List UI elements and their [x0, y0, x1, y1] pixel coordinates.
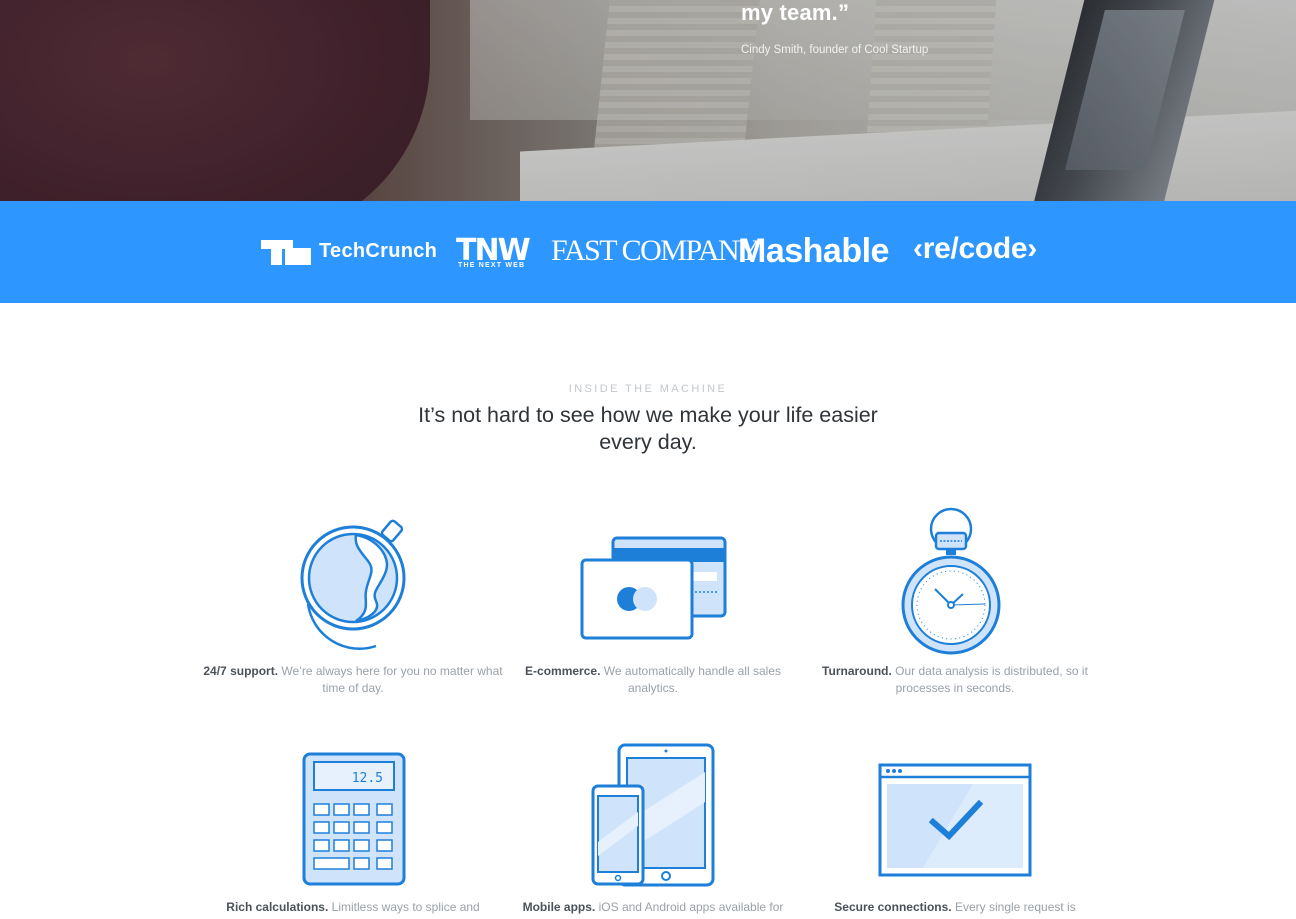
fast-company-logo: FAST COMPANY [551, 234, 760, 267]
feature-description: Limitless ways to splice and [331, 900, 480, 914]
calculator-display: 12.5 [352, 771, 383, 786]
techcrunch-logo-icon [261, 240, 311, 265]
feature-calculations: Rich calculations. Limitless ways to spl… [203, 899, 503, 916]
recode-logo: ‹re/code› [913, 232, 1037, 265]
calculator-icon: 12.5 [302, 752, 406, 886]
feature-turnaround: Turnaround. Our data analysis is distrib… [805, 663, 1105, 697]
testimonial-quote: my team.” [741, 0, 850, 25]
devices-icon [591, 743, 715, 887]
feature-title: Mobile apps. [522, 900, 596, 914]
section-headline: It’s not hard to see how we make your li… [418, 403, 878, 454]
section-kicker: INSIDE THE MACHINE [568, 383, 728, 395]
globe-icon [300, 519, 406, 650]
secure-window-icon [878, 763, 1032, 877]
feature-secure-connections: Secure connections. Every single request… [805, 899, 1105, 916]
feature-ecommerce: E-commerce. We automatically handle all … [503, 663, 803, 697]
mashable-logo: Mashable [738, 232, 889, 270]
techcrunch-logo: TechCrunch [319, 240, 438, 262]
feature-description: iOS and Android apps available for [598, 900, 784, 914]
feature-description: Every single request is [954, 900, 1076, 914]
stopwatch-icon [901, 507, 1001, 655]
feature-description: We automatically handle all sales analyt… [603, 664, 781, 695]
feature-title: Turnaround. [822, 664, 892, 678]
feature-description: We’re always here for you no matter what… [281, 664, 503, 695]
credit-cards-icon [580, 536, 727, 640]
tnw-logo-tagline: THE NEXT WEB [458, 262, 526, 269]
feature-mobile-apps: Mobile apps. iOS and Android apps availa… [503, 899, 803, 916]
hero-photo [0, 0, 1296, 201]
feature-title: E-commerce. [525, 664, 601, 678]
feature-support: 24/7 support. We’re always here for you … [203, 663, 503, 697]
feature-title: Secure connections. [834, 900, 952, 914]
feature-description: Our data analysis is distributed, so it … [895, 664, 1088, 695]
feature-title: Rich calculations. [226, 900, 329, 914]
feature-title: 24/7 support. [203, 664, 279, 678]
testimonial-author: Cindy Smith, founder of Cool Startup [741, 44, 929, 56]
